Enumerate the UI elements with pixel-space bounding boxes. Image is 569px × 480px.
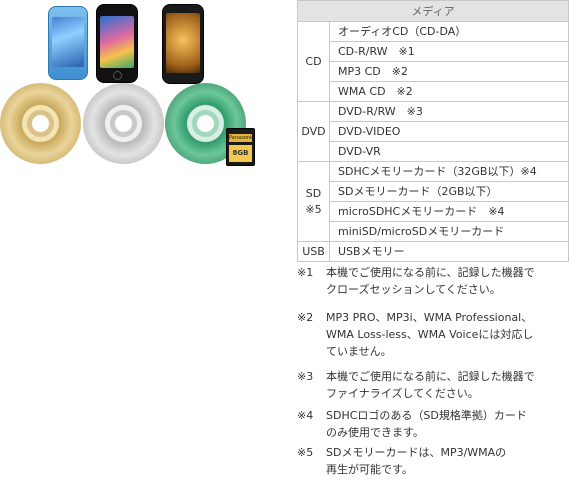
footnote-text: SDHCロゴのある（SD規格準拠）カード のみ使用できます。: [326, 407, 569, 441]
media-category-cell: DVD: [297, 101, 330, 162]
table-row: DVD-VR: [298, 141, 569, 162]
media-category-cell: USB: [297, 241, 330, 262]
gold-cd-disc-image: [0, 83, 81, 164]
footnote-line: 本機でご使用になる前に、記録した機器で: [326, 266, 535, 279]
footnote-mark: ※5: [297, 446, 314, 459]
footnote-mark: ※4: [297, 409, 314, 422]
table-row: microSDHCメモリーカード ※4: [298, 201, 569, 222]
media-type-cell: WMA CD ※2: [329, 81, 569, 102]
media-table: メディア CD オーディオCD（CD-DA） CD-R/RW ※1 MP3 CD ※2…: [297, 0, 569, 262]
table-row: USB USBメモリー: [297, 241, 569, 262]
sd-card-image: Panasonic 8GB: [226, 128, 255, 166]
silver-dvd-disc-image: [83, 83, 164, 164]
table-row: WMA CD ※2: [298, 81, 569, 102]
table-row: SDメモリーカード（2GB以下）: [298, 181, 569, 202]
footnote-text: SDメモリーカードは、MP3/WMAの 再生が可能です。: [326, 444, 569, 478]
media-type-cell: DVD-VR: [329, 141, 569, 162]
media-type-cell: DVD-VIDEO: [329, 121, 569, 142]
media-category-cell: CD: [297, 21, 330, 102]
blue-music-player-image: [48, 6, 88, 80]
footnote-line: 本機でご使用になる前に、記録した機器で: [326, 370, 535, 383]
table-row: CD オーディオCD（CD-DA）: [297, 21, 569, 102]
media-type-cell: DVD-R/RW ※3: [329, 101, 569, 122]
table-header-row: メディア: [297, 0, 569, 22]
footnote-mark: ※1: [297, 266, 314, 279]
footnote-line: ファイナライズしてください。: [326, 387, 479, 400]
media-type-cell: microSDHCメモリーカード ※4: [329, 201, 569, 222]
footnote-line: MP3 PRO、MP3i、WMA Professional、: [326, 311, 533, 324]
android-smartphone-image: [162, 4, 204, 84]
footnote-line: クローズセッションしてください。: [326, 283, 501, 296]
product-visual: Panasonic 8GB: [0, 0, 270, 175]
footnote-line: 再生が可能です。: [326, 463, 413, 476]
footnote-line: SDメモリーカードは、MP3/WMAの: [326, 446, 507, 459]
media-category-cell: SD ※5: [297, 161, 330, 242]
sd-card-brand: Panasonic: [229, 134, 252, 142]
table-row: SD ※5 SDHCメモリーカード（32GB以下）※4: [297, 161, 569, 242]
media-type-cell: SDメモリーカード（2GB以下）: [329, 181, 569, 202]
table-row: MP3 CD ※2: [298, 61, 569, 82]
media-type-cell: miniSD/microSDメモリーカード: [329, 221, 569, 242]
footnote-line: SDHCロゴのある（SD規格準拠）カード: [326, 409, 527, 422]
media-table-body: CD オーディオCD（CD-DA） CD-R/RW ※1 MP3 CD ※2 WMA C…: [297, 21, 569, 262]
footnote-line: のみ使用できます。: [326, 426, 424, 439]
footnote-line: ていません。: [326, 345, 392, 358]
black-smartphone-image: [96, 4, 138, 83]
sd-card-capacity: 8GB: [229, 145, 252, 162]
footnote-line: WMA Loss-less、WMA Voiceには対応し: [326, 328, 534, 341]
table-row: miniSD/microSDメモリーカード: [298, 221, 569, 242]
media-type-cell: オーディオCD（CD-DA）: [329, 21, 569, 42]
media-type-cell: MP3 CD ※2: [329, 61, 569, 82]
table-row: CD-R/RW ※1: [298, 41, 569, 62]
media-type-cell: USBメモリー: [329, 241, 569, 262]
table-row: DVD DVD-R/RW ※3: [297, 101, 569, 162]
footnote-mark: ※2: [297, 311, 314, 324]
footnote-text: 本機でご使用になる前に、記録した機器で クローズセッションしてください。: [326, 264, 569, 298]
footnote-mark: ※3: [297, 370, 314, 383]
footnote-text: 本機でご使用になる前に、記録した機器で ファイナライズしてください。: [326, 368, 569, 402]
table-header: メディア: [297, 0, 569, 22]
table-row: DVD-VIDEO: [298, 121, 569, 142]
media-type-cell: SDHCメモリーカード（32GB以下）※4: [329, 161, 569, 182]
media-type-cell: CD-R/RW ※1: [329, 41, 569, 62]
footnote-text: MP3 PRO、MP3i、WMA Professional、 WMA Loss-l…: [326, 309, 569, 360]
